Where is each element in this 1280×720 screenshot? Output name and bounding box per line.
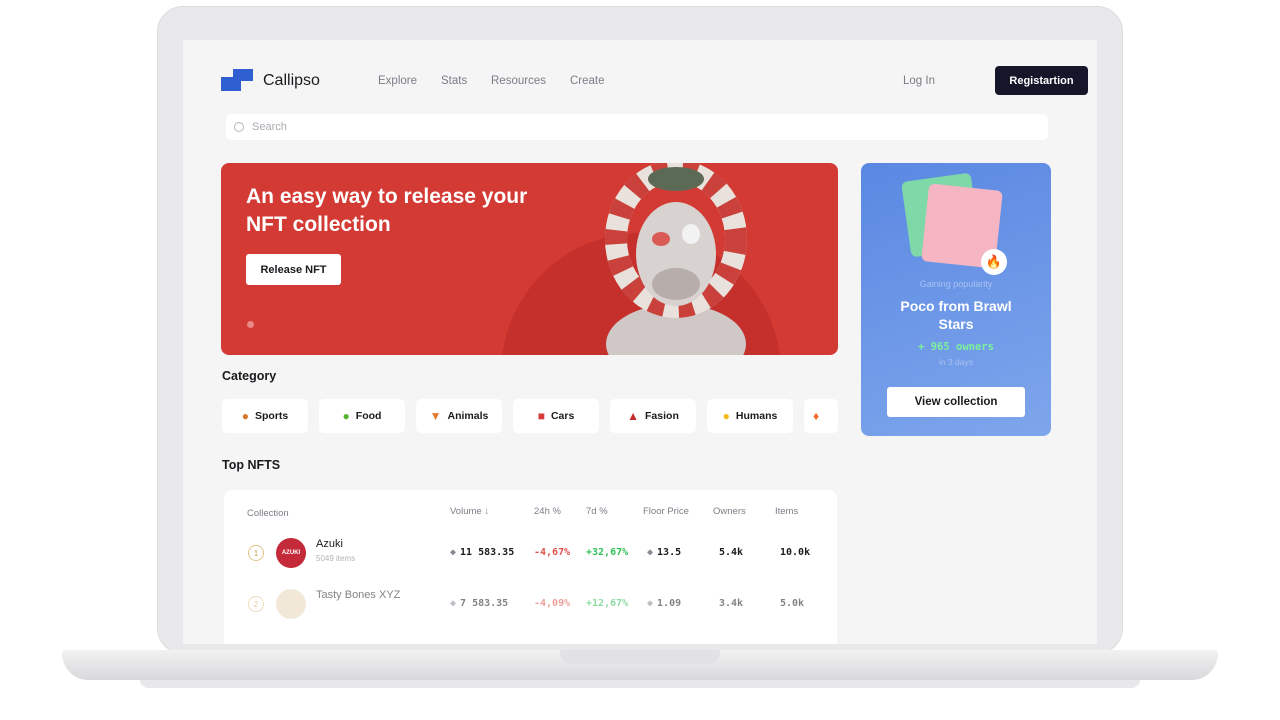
azuki-avatar: AZUKI <box>276 538 306 568</box>
header-7d[interactable]: 7d % <box>586 506 608 517</box>
eth-icon: ◆ <box>450 547 457 558</box>
tasty-bones-avatar <box>276 589 306 619</box>
change-7d-cell: +32,67% <box>586 547 629 558</box>
promo-period: in 3 days <box>938 357 974 367</box>
category-food[interactable]: ● Food <box>319 399 405 433</box>
header-floor-price[interactable]: Floor Price <box>643 506 689 517</box>
release-nft-button[interactable]: Release NFT <box>246 254 341 285</box>
collection-items: 5049 items <box>316 554 356 563</box>
laptop-notch <box>560 650 720 664</box>
carousel-indicator[interactable] <box>247 321 254 328</box>
category-label: Animals <box>447 410 489 422</box>
category-label: Fasion <box>645 410 679 422</box>
search-bar[interactable]: Search <box>226 114 1048 140</box>
sunglasses-face-icon: ● <box>722 409 730 423</box>
login-link[interactable]: Log In <box>903 75 935 87</box>
eth-icon: ◆ <box>647 547 654 558</box>
collection-name[interactable]: Azuki <box>316 538 343 550</box>
header-owners[interactable]: Owners <box>713 506 746 517</box>
change-7d-cell: +12,67% <box>586 598 629 609</box>
search-input[interactable]: Search <box>252 121 287 133</box>
category-label: Cars <box>550 410 575 422</box>
brand-name[interactable]: Callipso <box>263 72 320 90</box>
volume-cell: ◆ 7 583.35 <box>450 598 509 609</box>
category-label: Sports <box>254 410 289 422</box>
rank-badge: 2 <box>248 596 264 612</box>
rank-badge: 1 <box>248 545 264 561</box>
basketball-icon: ● <box>241 409 249 423</box>
promo-title: Poco from Brawl Stars <box>900 298 1012 332</box>
popular-collection-card: 🔥 Gaining popularity Poco from Brawl Sta… <box>861 163 1051 436</box>
eth-icon: ◆ <box>450 598 457 609</box>
category-more[interactable]: ♦ <box>804 399 838 433</box>
change-24h-cell: -4,09% <box>534 598 571 609</box>
top-nfts-table: Collection Volume ↓ 24h % 7d % Floor Pri… <box>224 490 837 644</box>
view-collection-button[interactable]: View collection <box>887 387 1025 417</box>
category-animals[interactable]: ▼ Animals <box>416 399 502 433</box>
car-icon: ■ <box>537 409 545 423</box>
laptop-foot <box>140 680 1140 688</box>
floor-price-cell: ◆ 1.09 <box>647 598 682 609</box>
callipso-logo-icon[interactable] <box>221 69 255 91</box>
apple-icon: ● <box>342 409 350 423</box>
hero-banner: An easy way to release your NFT collecti… <box>221 163 838 355</box>
fire-icon: ♦ <box>813 409 820 423</box>
registration-button[interactable]: Registartion <box>995 66 1088 95</box>
table-row[interactable]: 1 AZUKI Azuki 5049 items ◆ 11 583.35 -4,6… <box>224 538 837 582</box>
nav-resources[interactable]: Resources <box>491 75 546 87</box>
category-label: Humans <box>735 410 778 422</box>
top-nav: Callipso Explore Stats Resources Create … <box>221 66 1088 96</box>
category-heading: Category <box>222 369 277 383</box>
category-label: Food <box>355 410 382 422</box>
category-fasion[interactable]: ▲ Fasion <box>610 399 696 433</box>
category-cars[interactable]: ■ Cars <box>513 399 599 433</box>
fire-icon: 🔥 <box>981 249 1007 275</box>
owners-cell: 5.4k <box>719 547 744 558</box>
hero-title: An easy way to release your NFT collecti… <box>246 185 528 236</box>
nav-explore[interactable]: Explore <box>378 75 417 87</box>
owners-cell: 3.4k <box>719 598 744 609</box>
nav-create[interactable]: Create <box>570 75 605 87</box>
promo-owners: + 965 owners <box>918 341 994 353</box>
floor-price-cell: ◆ 13.5 <box>647 547 682 558</box>
table-row[interactable]: 2 Tasty Bones XYZ ◆ 7 583.35 -4,09% +12,6… <box>224 589 837 633</box>
volume-cell: ◆ 11 583.35 <box>450 547 515 558</box>
header-24h[interactable]: 24h % <box>534 506 561 517</box>
search-icon <box>234 122 244 132</box>
shoe-icon: ▲ <box>627 409 640 423</box>
header-items[interactable]: Items <box>775 506 798 517</box>
promo-subtitle: Gaining popularity <box>919 279 993 289</box>
change-24h-cell: -4,67% <box>534 547 571 558</box>
category-sports[interactable]: ● Sports <box>222 399 308 433</box>
category-humans[interactable]: ● Humans <box>707 399 793 433</box>
app-screen: Callipso Explore Stats Resources Create … <box>183 40 1097 644</box>
fox-icon: ▼ <box>429 409 442 423</box>
collection-name[interactable]: Tasty Bones XYZ <box>316 589 400 601</box>
header-volume[interactable]: Volume ↓ <box>450 506 489 517</box>
eth-icon: ◆ <box>647 598 654 609</box>
items-cell: 10.0k <box>780 547 811 558</box>
header-collection[interactable]: Collection <box>247 508 289 519</box>
ape-nft-artwork <box>605 163 747 355</box>
top-nfts-heading: Top NFTS <box>222 458 281 472</box>
nav-stats[interactable]: Stats <box>441 75 467 87</box>
items-cell: 5.0k <box>780 598 805 609</box>
